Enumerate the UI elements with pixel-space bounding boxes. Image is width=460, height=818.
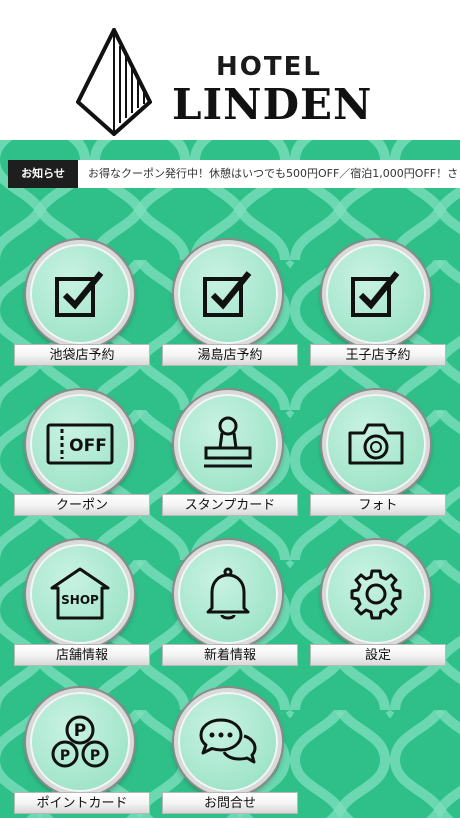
svg-text:P: P <box>90 748 100 764</box>
menu-circle <box>174 540 282 648</box>
svg-text:P: P <box>60 748 70 764</box>
shop-icon-text: SHOP <box>61 593 99 607</box>
coupon-ticket-icon: OFF <box>46 423 114 465</box>
menu-circle: P P P <box>26 688 134 796</box>
menu-area: お知らせ お得なクーポン発行中！休憩はいつでも500円OFF／宿泊1,000円O… <box>0 140 460 818</box>
checkbox-icon <box>351 271 400 317</box>
checkbox-icon <box>203 271 252 317</box>
hotel-logo-icon <box>76 28 152 136</box>
notice-label: お知らせ <box>8 160 78 188</box>
coupon-off-text: OFF <box>69 436 107 456</box>
svg-text:P: P <box>74 721 86 741</box>
notice-bar[interactable]: お知らせ お得なクーポン発行中！休憩はいつでも500円OFF／宿泊1,000円O… <box>8 160 460 188</box>
gear-icon <box>350 569 402 620</box>
camera-icon <box>348 423 404 465</box>
menu-settings-button[interactable]: 設定 <box>310 540 446 668</box>
menu-label: スタンプカード <box>162 494 298 516</box>
menu-news-button[interactable]: 新着情報 <box>162 540 298 668</box>
menu-circle <box>26 240 134 348</box>
menu-circle <box>174 688 282 796</box>
menu-label: 王子店予約 <box>310 344 446 366</box>
menu-label: 設定 <box>310 644 446 666</box>
menu-circle: OFF <box>26 390 134 498</box>
menu-label: 新着情報 <box>162 644 298 666</box>
app-header: HOTEL LINDEN <box>0 0 460 140</box>
checkbox-icon <box>55 271 104 317</box>
menu-yushima-reserve-button[interactable]: 湯島店予約 <box>162 240 298 368</box>
menu-contact-button[interactable]: お問合せ <box>162 688 298 816</box>
bell-icon <box>206 567 250 620</box>
menu-circle <box>174 390 282 498</box>
menu-label: クーポン <box>14 494 150 516</box>
menu-stamp-card-button[interactable]: スタンプカード <box>162 390 298 518</box>
shop-icon: SHOP <box>50 567 110 620</box>
menu-ikebukuro-reserve-button[interactable]: 池袋店予約 <box>14 240 150 368</box>
menu-circle <box>322 540 430 648</box>
menu-circle <box>322 240 430 348</box>
menu-circle <box>322 390 430 498</box>
logo-hotel-text: HOTEL <box>216 52 322 82</box>
menu-label: 湯島店予約 <box>162 344 298 366</box>
menu-point-card-button[interactable]: P P P ポイントカード <box>14 688 150 816</box>
points-icon: P P P <box>51 715 109 768</box>
menu-circle: SHOP <box>26 540 134 648</box>
menu-oji-reserve-button[interactable]: 王子店予約 <box>310 240 446 368</box>
logo-name-text: LINDEN <box>172 80 373 129</box>
menu-coupon-button[interactable]: OFF クーポン <box>14 390 150 518</box>
menu-label: フォト <box>310 494 446 516</box>
stamp-icon <box>204 416 252 468</box>
menu-photo-button[interactable]: フォト <box>310 390 446 518</box>
menu-label: 店舗情報 <box>14 644 150 666</box>
menu-label: ポイントカード <box>14 792 150 814</box>
menu-label: お問合せ <box>162 792 298 814</box>
chat-bubbles-icon <box>199 718 257 764</box>
menu-label: 池袋店予約 <box>14 344 150 366</box>
notice-ticker-text: お得なクーポン発行中！休憩はいつでも500円OFF／宿泊1,000円OFF！さら… <box>88 167 460 180</box>
menu-circle <box>174 240 282 348</box>
menu-shop-info-button[interactable]: SHOP 店舗情報 <box>14 540 150 668</box>
